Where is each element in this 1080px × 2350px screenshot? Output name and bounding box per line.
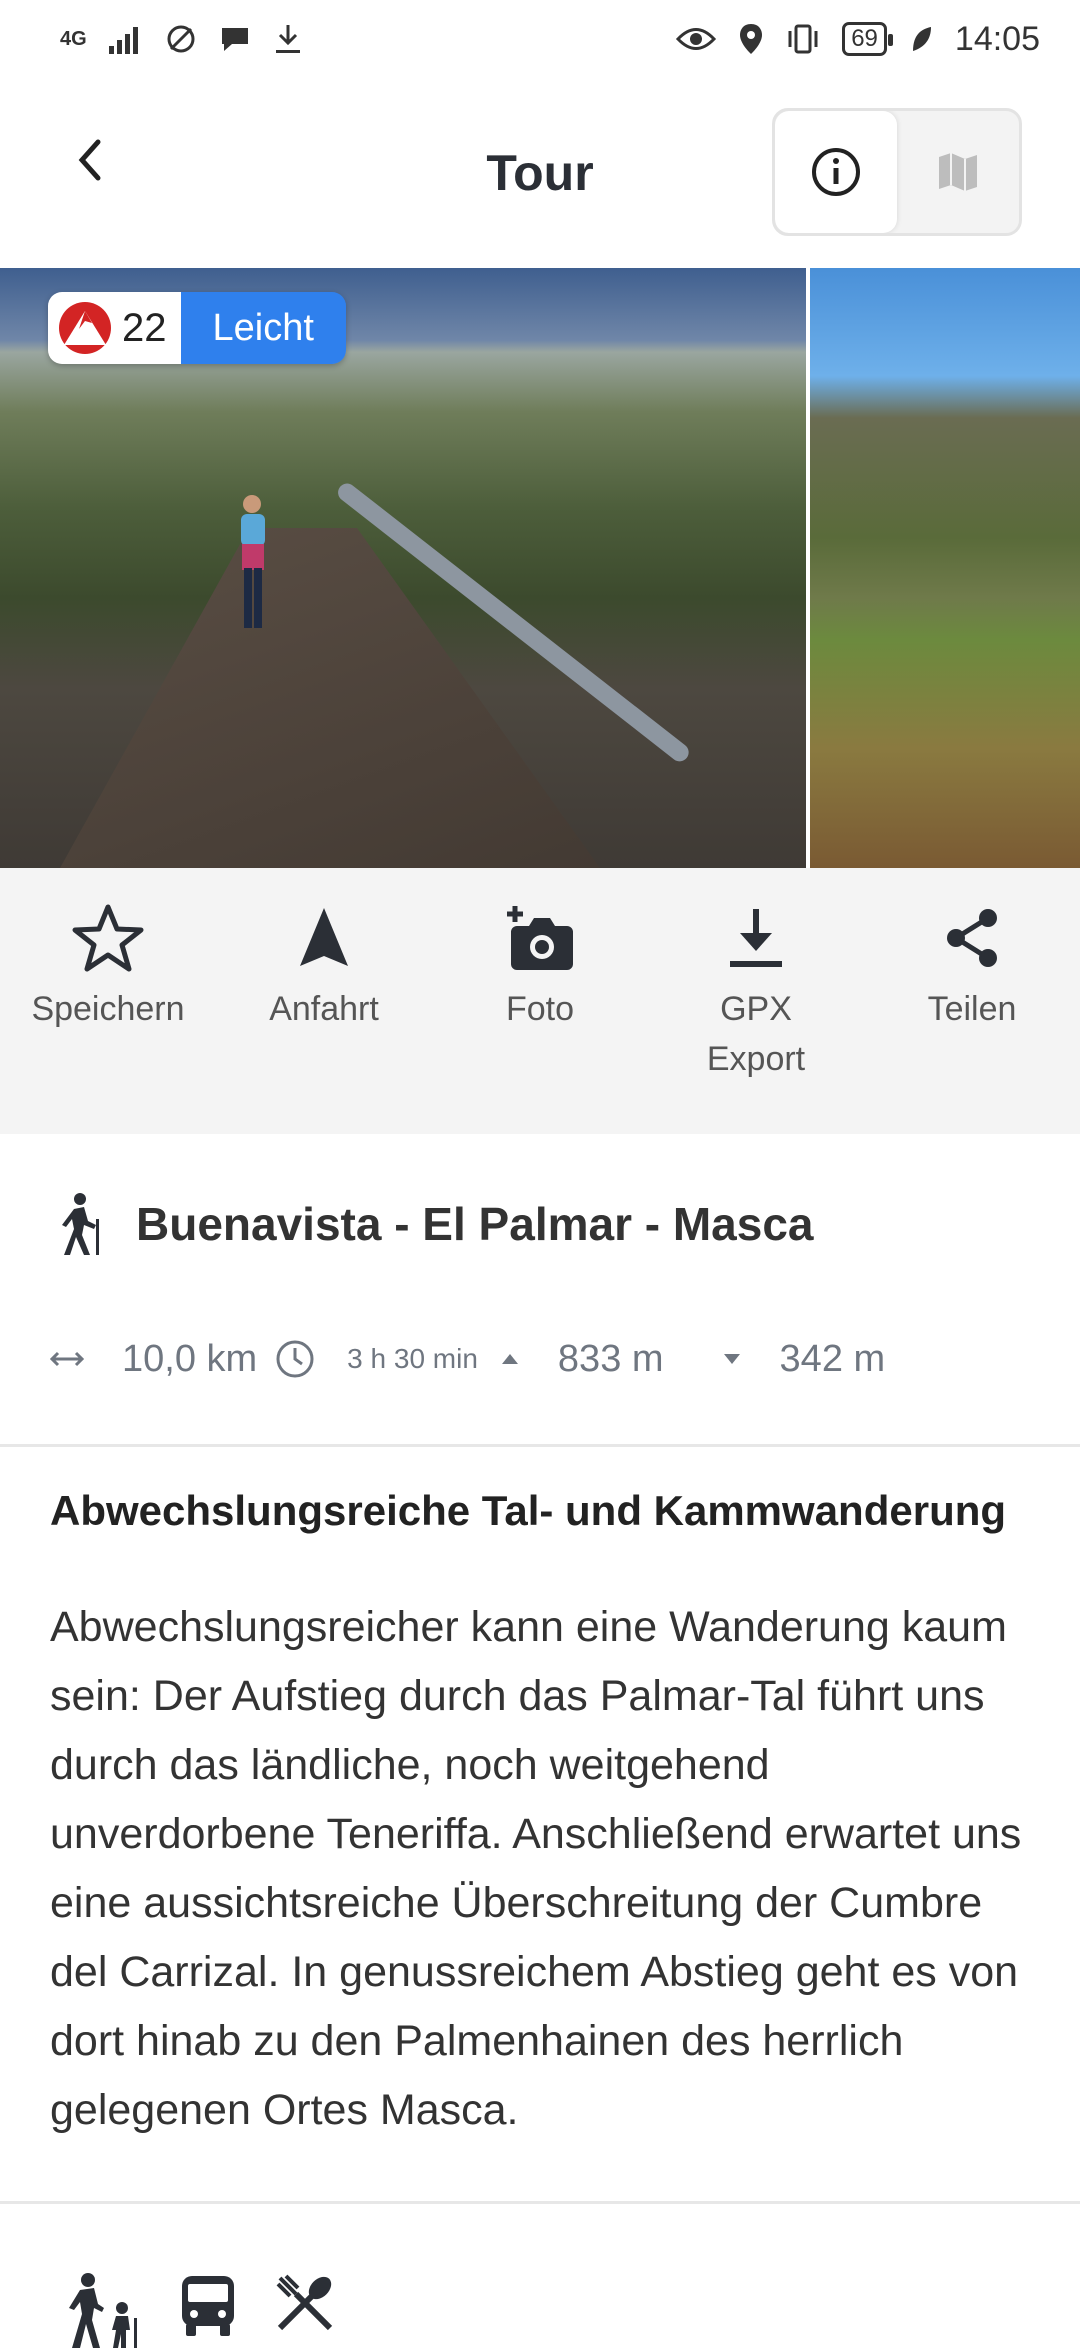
share-icon [947,909,997,967]
star-icon [72,904,144,972]
description-headline: Abwechslungsreiche Tal- und Kammwanderun… [50,1487,1007,1534]
photo-gallery[interactable]: 22 Leicht [0,268,1080,868]
feature-icons [0,2204,1080,2350]
tour-description: Abwechslungsreiche Tal- und Kammwanderun… [0,1447,1080,2145]
tour-photo-main[interactable]: 22 Leicht [0,268,806,868]
save-button[interactable]: Speichern [0,898,216,1034]
restaurant-icon [276,2274,333,2331]
ascent-value: 833 m [557,1337,664,1380]
map-icon [939,153,977,191]
location-icon [738,22,764,56]
difficulty-label: Leicht [180,292,346,364]
back-button[interactable] [60,130,120,190]
bus-icon [182,2276,234,2336]
status-right: 69 14:05 [676,20,1040,59]
action-bar: Speichern Anfahrt Foto GPX Export Teilen [0,868,1080,1134]
share-button[interactable]: Teilen [864,898,1080,1034]
clock: 14:05 [954,19,1040,58]
add-photo-label: Foto [505,990,575,1028]
clock-icon [276,1340,314,1378]
horizontal-arrows-icon [50,1351,84,1367]
battery-indicator: 69 [842,22,893,56]
description-body: Abwechslungsreicher kann eine Wanderung … [50,1603,1022,2134]
directions-label: Anfahrt [269,990,379,1028]
eye-icon [676,26,717,52]
gpx-export-label: GPX Export [706,990,806,1078]
info-icon [812,148,860,196]
network-type: 4G [60,27,87,50]
app-bar: Tour [0,78,1080,268]
download-icon [730,909,782,967]
status-left: 4G [60,23,303,55]
descent-value: 342 m [779,1337,886,1380]
add-photo-button[interactable]: Foto [432,898,648,1034]
signal-icon [108,24,143,54]
descent-arrow-icon [723,1354,740,1364]
leaf-icon [909,25,933,53]
duration-value: 3 h 30 min [347,1343,478,1374]
mountain-logo-icon [59,302,111,354]
tour-stats: 10,0 km 3 h 30 min 833 m 342 m [0,1274,1080,1444]
vibrate-icon [786,23,820,55]
navigation-icon [300,908,348,966]
save-label: Speichern [31,990,185,1028]
difficulty-badge: 22 Leicht [48,292,346,364]
gpx-export-button[interactable]: GPX Export [648,898,864,1084]
directions-button[interactable]: Anfahrt [216,898,432,1034]
family-hiking-icon [69,2273,137,2348]
status-bar: 4G 69 14:05 [0,0,1080,78]
hiker-icon [62,1193,99,1255]
distance-stat: 10,0 km [50,1338,257,1381]
trail-path [60,528,600,868]
distance-value: 10,0 km [122,1337,258,1380]
view-toggle [772,108,1022,236]
chevron-left-icon [78,139,101,181]
chat-icon [219,24,251,54]
share-label: Teilen [927,990,1017,1028]
no-data-icon [165,23,197,55]
tour-photo-next[interactable] [810,268,1080,868]
ascent-stat: 833 m [500,1338,664,1381]
hiker-figure [241,495,265,628]
descent-stat: 342 m [722,1337,886,1381]
info-tab[interactable] [775,111,897,233]
page-title: Tour [486,145,594,201]
rating-number: 22 [122,305,167,350]
tour-title-row: Buenavista - El Palmar - Masca [0,1134,1080,1274]
duration-stat: 3 h 30 min [275,1339,478,1379]
rating-box: 22 [48,292,181,364]
ascent-arrow-icon [501,1354,518,1364]
download-status-icon [273,23,303,55]
map-tab[interactable] [897,111,1019,233]
add-photo-icon [507,906,573,970]
tour-name: Buenavista - El Palmar - Masca [136,1198,814,1250]
